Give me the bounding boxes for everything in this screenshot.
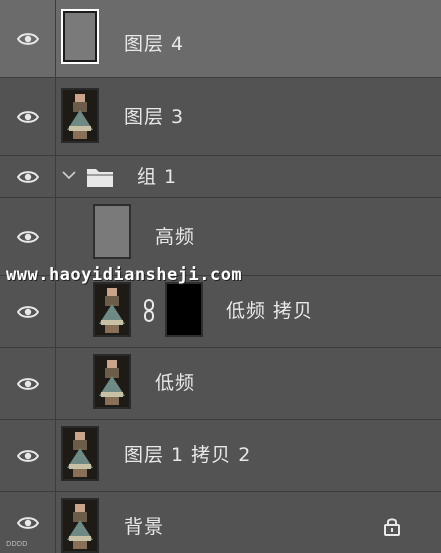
visibility-toggle-low-freq[interactable] bbox=[0, 348, 56, 419]
layer-name[interactable]: 背景 bbox=[124, 516, 164, 538]
layer-name[interactable]: 图层 4 bbox=[124, 33, 184, 55]
layer-name[interactable]: 低频 拷贝 bbox=[226, 300, 313, 322]
layer-thumbnail bbox=[61, 9, 99, 64]
folder-icon bbox=[87, 169, 113, 187]
layer-thumbnail bbox=[61, 498, 99, 553]
eye-icon bbox=[16, 32, 39, 45]
eye-icon bbox=[16, 170, 39, 183]
eye-icon bbox=[16, 377, 39, 390]
layer-name[interactable]: 组 1 bbox=[137, 166, 177, 188]
layer-thumbnail bbox=[61, 88, 99, 143]
layer-row-low-freq-copy[interactable]: 低频 拷贝 bbox=[0, 276, 441, 348]
layer-name[interactable]: 图层 3 bbox=[124, 106, 184, 128]
eye-icon bbox=[16, 305, 39, 318]
eye-icon bbox=[16, 230, 39, 243]
visibility-toggle-layer-4[interactable] bbox=[0, 0, 56, 77]
eye-icon bbox=[16, 110, 39, 123]
layer-row-layer-1-copy-2[interactable]: 图层 1 拷贝 2 bbox=[0, 420, 441, 492]
eye-icon bbox=[16, 516, 39, 529]
link-icon[interactable] bbox=[142, 298, 156, 324]
layer-row-layer-3[interactable]: 图层 3 bbox=[0, 78, 441, 156]
eye-icon bbox=[16, 449, 39, 462]
visibility-toggle-high-freq[interactable] bbox=[0, 198, 56, 275]
layer-name[interactable]: 低频 bbox=[155, 372, 195, 394]
photo-thumbnail-icon bbox=[95, 284, 129, 335]
layer-row-background[interactable]: 背景 bbox=[0, 492, 441, 553]
layer-row-layer-4[interactable]: 图层 4 bbox=[0, 0, 441, 78]
layer-mask-thumbnail[interactable] bbox=[165, 282, 203, 337]
layer-thumbnail bbox=[93, 282, 131, 337]
layer-name[interactable]: 高频 bbox=[155, 226, 195, 248]
layer-row-low-freq[interactable]: 低频 bbox=[0, 348, 441, 420]
layer-row-group-1[interactable]: 组 1 bbox=[0, 156, 441, 198]
visibility-toggle-layer-3[interactable] bbox=[0, 78, 56, 155]
layers-panel: 图层 4 图层 3 组 1 高频 低频 拷贝 低频 图层 1 拷贝 2 背景 w… bbox=[0, 0, 441, 553]
watermark-text: www.haoyidiansheji.com bbox=[6, 265, 243, 285]
corner-watermark: DDDD bbox=[6, 540, 28, 548]
layer-thumbnail bbox=[61, 426, 99, 481]
layer-thumbnail bbox=[93, 354, 131, 409]
lock-icon[interactable] bbox=[383, 516, 401, 536]
layer-name[interactable]: 图层 1 拷贝 2 bbox=[124, 444, 251, 466]
visibility-toggle-low-freq-copy[interactable] bbox=[0, 276, 56, 347]
photo-thumbnail-icon bbox=[95, 356, 129, 407]
photo-thumbnail-icon bbox=[63, 428, 97, 479]
photo-thumbnail-icon bbox=[63, 90, 97, 141]
chevron-down-icon[interactable] bbox=[62, 170, 76, 180]
visibility-toggle-group-1[interactable] bbox=[0, 156, 56, 197]
layer-thumbnail bbox=[93, 204, 131, 259]
photo-thumbnail-icon bbox=[63, 500, 97, 551]
visibility-toggle-layer-1-copy-2[interactable] bbox=[0, 420, 56, 491]
